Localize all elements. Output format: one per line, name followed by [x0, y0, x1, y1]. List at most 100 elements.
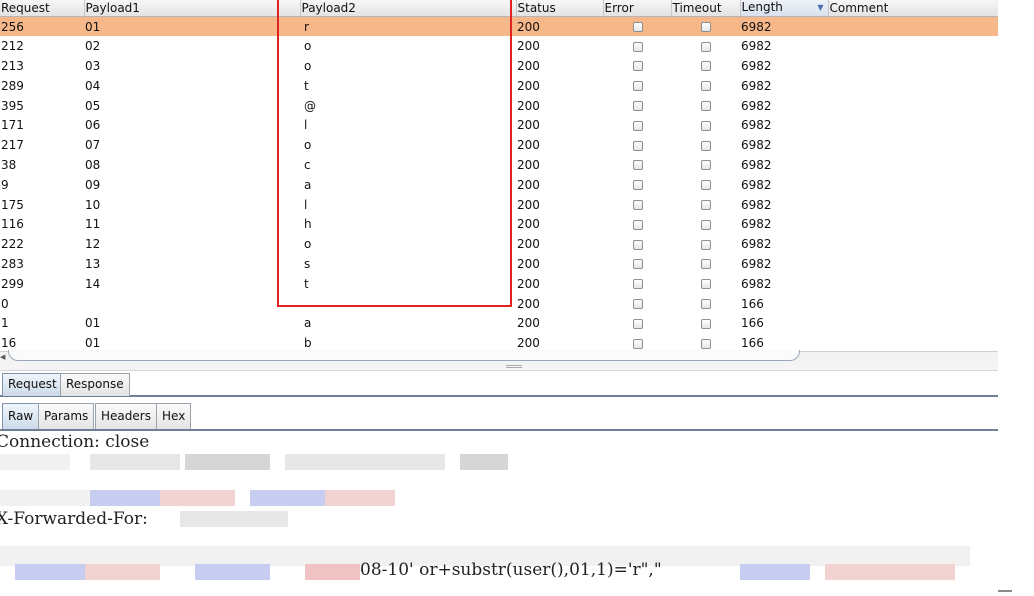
- tab-hex[interactable]: Hex: [156, 403, 192, 429]
- raw-line-connection: Connection: close: [0, 432, 150, 452]
- error-checkbox[interactable]: [632, 318, 643, 329]
- table-row[interactable]: 283 13 s 200 6982: [0, 254, 998, 274]
- table-row[interactable]: 222 12 o 200 6982: [0, 234, 998, 254]
- results-grid: Request Payload1 Payload2 Status Error T…: [0, 0, 998, 353]
- divider-grip-icon[interactable]: [506, 365, 522, 368]
- tab-raw[interactable]: Raw: [2, 403, 40, 429]
- error-checkbox[interactable]: [632, 259, 643, 270]
- cell-length-text: 6982: [741, 157, 772, 172]
- timeout-checkbox[interactable]: [701, 259, 711, 270]
- timeout-checkbox[interactable]: [701, 299, 711, 310]
- cell-status-text: 200: [517, 237, 540, 252]
- timeout-checkbox[interactable]: [701, 279, 711, 290]
- timeout-checkbox[interactable]: [701, 41, 711, 52]
- cell-error: [603, 274, 671, 294]
- cell-payload2: o: [300, 56, 516, 76]
- error-checkbox[interactable]: [632, 299, 643, 310]
- error-checkbox[interactable]: [632, 338, 643, 349]
- timeout-checkbox[interactable]: [701, 160, 711, 171]
- timeout-checkbox[interactable]: [701, 61, 711, 72]
- timeout-checkbox[interactable]: [701, 81, 711, 92]
- cell-request-text: 283: [1, 256, 24, 271]
- cell-payload1-text: 12: [85, 237, 101, 252]
- column-header-timeout[interactable]: Timeout: [671, 0, 741, 17]
- scroll-left-icon[interactable]: ◀: [0, 353, 5, 361]
- table-row[interactable]: 395 05 @200 6982: [0, 96, 998, 116]
- table-row[interactable]: 213 03 o 200 6982: [0, 56, 998, 76]
- table-row[interactable]: 1 01 a 200 166: [0, 313, 998, 333]
- raw-request-editor[interactable]: Connection: close X-Forwarded-For: 08-10…: [0, 432, 998, 596]
- cell-comment: [828, 214, 998, 234]
- cell-status: 200: [516, 274, 603, 294]
- table-row[interactable]: 116 11 h 200 6982: [0, 214, 998, 234]
- timeout-checkbox[interactable]: [701, 140, 711, 151]
- error-checkbox[interactable]: [632, 200, 643, 211]
- timeout-checkbox[interactable]: [701, 101, 711, 112]
- table-row[interactable]: 212 02 o 200 6982: [0, 36, 998, 56]
- cell-request-text: 395: [1, 98, 24, 113]
- table-row[interactable]: 256 01 r 200 6982: [0, 16, 998, 37]
- cell-request: 171: [0, 115, 84, 135]
- cell-request: 175: [0, 195, 84, 215]
- redacted-text: [15, 564, 85, 580]
- cell-payload2: o: [300, 234, 516, 254]
- cell-status-text: 200: [517, 336, 540, 351]
- table-row[interactable]: 289 04 t 200 6982: [0, 76, 998, 96]
- column-header-payload2[interactable]: Payload2: [300, 0, 517, 17]
- column-header-error[interactable]: Error: [603, 0, 672, 17]
- table-row[interactable]: 175 10 l 200 6982: [0, 195, 998, 215]
- split-pane-divider[interactable]: [0, 362, 998, 371]
- timeout-checkbox[interactable]: [701, 318, 711, 329]
- error-checkbox[interactable]: [632, 219, 643, 230]
- column-header-payload1[interactable]: Payload1: [84, 0, 301, 17]
- resize-handle-icon[interactable]: [998, 590, 1012, 592]
- cell-length-text: 6982: [741, 177, 772, 192]
- error-checkbox[interactable]: [632, 22, 643, 33]
- cell-comment: [828, 96, 998, 116]
- error-checkbox[interactable]: [632, 279, 643, 290]
- tab-params[interactable]: Params: [38, 403, 95, 429]
- timeout-checkbox[interactable]: [701, 180, 711, 191]
- error-checkbox[interactable]: [632, 239, 643, 250]
- timeout-checkbox[interactable]: [701, 219, 711, 230]
- table-row[interactable]: 9 09 a 200 6982: [0, 175, 998, 195]
- column-header-comment[interactable]: Comment: [828, 0, 998, 17]
- cell-status-text: 200: [517, 217, 540, 232]
- cell-payload2: s: [300, 254, 516, 274]
- cell-status-text: 200: [517, 197, 540, 212]
- tab-response[interactable]: Response: [60, 373, 130, 396]
- tab-request[interactable]: Request: [2, 373, 63, 396]
- error-checkbox[interactable]: [632, 180, 643, 191]
- cell-request: 222: [0, 234, 84, 254]
- error-checkbox[interactable]: [632, 101, 643, 112]
- table-row[interactable]: 171 06 l 200 6982: [0, 115, 998, 135]
- scrollbar-thumb[interactable]: [8, 350, 800, 361]
- column-header-status[interactable]: Status: [516, 0, 604, 17]
- timeout-checkbox[interactable]: [701, 200, 711, 211]
- timeout-checkbox[interactable]: [701, 22, 711, 33]
- cell-status-text: 200: [517, 138, 540, 153]
- timeout-checkbox[interactable]: [701, 338, 711, 349]
- error-checkbox[interactable]: [632, 140, 643, 151]
- cell-length-text: 6982: [741, 58, 772, 73]
- cell-length-text: 6982: [741, 98, 772, 113]
- cell-comment: [828, 313, 998, 333]
- error-checkbox[interactable]: [632, 160, 643, 171]
- table-row[interactable]: 217 07 o 200 6982: [0, 135, 998, 155]
- table-row[interactable]: 38 08 c 200 6982: [0, 155, 998, 175]
- timeout-checkbox[interactable]: [701, 239, 711, 250]
- cell-length: 6982: [740, 254, 828, 274]
- error-checkbox[interactable]: [632, 120, 643, 131]
- table-row[interactable]: 299 14 t 200 6982: [0, 274, 998, 294]
- error-checkbox[interactable]: [632, 41, 643, 52]
- cell-length-text: 6982: [741, 78, 772, 93]
- column-header-request[interactable]: Request: [0, 0, 85, 17]
- timeout-checkbox[interactable]: [701, 120, 711, 131]
- column-header-length[interactable]: Length ▼: [740, 0, 829, 17]
- error-checkbox[interactable]: [632, 61, 643, 72]
- error-checkbox[interactable]: [632, 81, 643, 92]
- cell-length: 6982: [740, 16, 828, 37]
- tab-headers[interactable]: Headers: [95, 403, 157, 429]
- table-row[interactable]: 0 200 166: [0, 294, 998, 314]
- horizontal-scrollbar[interactable]: ◀: [0, 350, 998, 362]
